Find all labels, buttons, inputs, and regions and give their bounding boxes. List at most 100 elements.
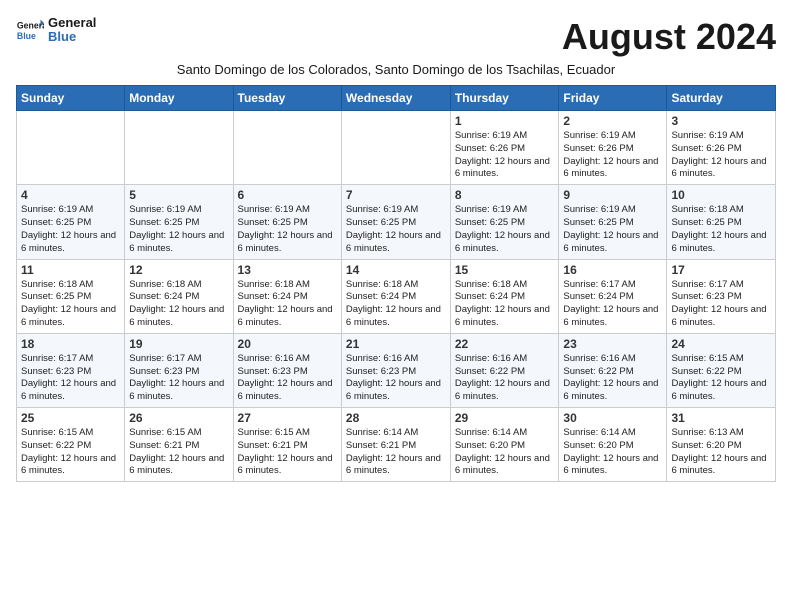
calendar-cell: 14 Sunrise: 6:18 AM Sunset: 6:24 PM Dayli… — [341, 259, 450, 333]
calendar-cell: 20 Sunrise: 6:16 AM Sunset: 6:23 PM Dayli… — [233, 333, 341, 407]
day-number: 20 — [238, 337, 337, 351]
day-info: Sunrise: 6:19 AM Sunset: 6:26 PM Dayligh… — [455, 130, 555, 181]
day-info: Sunrise: 6:14 AM Sunset: 6:20 PM Dayligh… — [455, 427, 555, 478]
calendar-cell: 2 Sunrise: 6:19 AM Sunset: 6:26 PM Daylig… — [559, 111, 667, 185]
column-header-sunday: Sunday — [17, 86, 125, 111]
day-info: Sunrise: 6:18 AM Sunset: 6:25 PM Dayligh… — [21, 279, 120, 330]
day-info: Sunrise: 6:17 AM Sunset: 6:24 PM Dayligh… — [563, 279, 662, 330]
day-number: 2 — [563, 114, 662, 128]
day-number: 12 — [129, 263, 228, 277]
day-number: 19 — [129, 337, 228, 351]
calendar-cell: 11 Sunrise: 6:18 AM Sunset: 6:25 PM Dayli… — [17, 259, 125, 333]
calendar-cell: 25 Sunrise: 6:15 AM Sunset: 6:22 PM Dayli… — [17, 408, 125, 482]
calendar-cell — [233, 111, 341, 185]
day-number: 9 — [563, 188, 662, 202]
day-number: 17 — [671, 263, 771, 277]
svg-text:General: General — [17, 21, 44, 31]
day-info: Sunrise: 6:14 AM Sunset: 6:21 PM Dayligh… — [346, 427, 446, 478]
day-number: 3 — [671, 114, 771, 128]
calendar-cell: 31Sunrise: 6:13 AM Sunset: 6:20 PM Dayli… — [667, 408, 776, 482]
page-header: General Blue General Blue August 2024 — [16, 16, 776, 58]
calendar-cell: 12 Sunrise: 6:18 AM Sunset: 6:24 PM Dayli… — [125, 259, 233, 333]
day-info: Sunrise: 6:19 AM Sunset: 6:25 PM Dayligh… — [21, 204, 120, 255]
calendar-cell: 27 Sunrise: 6:15 AM Sunset: 6:21 PM Dayli… — [233, 408, 341, 482]
day-info: Sunrise: 6:16 AM Sunset: 6:23 PM Dayligh… — [238, 353, 337, 404]
day-info: Sunrise: 6:16 AM Sunset: 6:22 PM Dayligh… — [455, 353, 555, 404]
day-number: 31 — [671, 411, 771, 425]
day-number: 27 — [238, 411, 337, 425]
calendar-cell: 22 Sunrise: 6:16 AM Sunset: 6:22 PM Dayli… — [450, 333, 559, 407]
day-number: 30 — [563, 411, 662, 425]
calendar-week-4: 18 Sunrise: 6:17 AM Sunset: 6:23 PM Dayli… — [17, 333, 776, 407]
day-info: Sunrise: 6:18 AM Sunset: 6:24 PM Dayligh… — [346, 279, 446, 330]
calendar-cell — [17, 111, 125, 185]
day-info: Sunrise: 6:18 AM Sunset: 6:25 PM Dayligh… — [671, 204, 771, 255]
calendar-cell: 4Sunrise: 6:19 AM Sunset: 6:25 PM Daylig… — [17, 185, 125, 259]
logo-icon: General Blue — [16, 16, 44, 44]
logo-blue: Blue — [48, 30, 96, 44]
day-info: Sunrise: 6:18 AM Sunset: 6:24 PM Dayligh… — [455, 279, 555, 330]
calendar-cell: 17Sunrise: 6:17 AM Sunset: 6:23 PM Dayli… — [667, 259, 776, 333]
calendar-cell — [125, 111, 233, 185]
logo: General Blue General Blue — [16, 16, 96, 45]
day-number: 23 — [563, 337, 662, 351]
day-number: 16 — [563, 263, 662, 277]
day-info: Sunrise: 6:19 AM Sunset: 6:26 PM Dayligh… — [563, 130, 662, 181]
day-info: Sunrise: 6:18 AM Sunset: 6:24 PM Dayligh… — [238, 279, 337, 330]
day-info: Sunrise: 6:15 AM Sunset: 6:22 PM Dayligh… — [671, 353, 771, 404]
day-info: Sunrise: 6:19 AM Sunset: 6:25 PM Dayligh… — [563, 204, 662, 255]
day-info: Sunrise: 6:19 AM Sunset: 6:25 PM Dayligh… — [346, 204, 446, 255]
calendar-cell: 3 Sunrise: 6:19 AM Sunset: 6:26 PM Daylig… — [667, 111, 776, 185]
day-number: 14 — [346, 263, 446, 277]
logo-general: General — [48, 16, 96, 30]
day-number: 22 — [455, 337, 555, 351]
column-header-thursday: Thursday — [450, 86, 559, 111]
day-info: Sunrise: 6:18 AM Sunset: 6:24 PM Dayligh… — [129, 279, 228, 330]
calendar-week-5: 25 Sunrise: 6:15 AM Sunset: 6:22 PM Dayli… — [17, 408, 776, 482]
calendar-cell: 29Sunrise: 6:14 AM Sunset: 6:20 PM Dayli… — [450, 408, 559, 482]
calendar-cell — [341, 111, 450, 185]
calendar-cell: 18 Sunrise: 6:17 AM Sunset: 6:23 PM Dayli… — [17, 333, 125, 407]
day-info: Sunrise: 6:16 AM Sunset: 6:23 PM Dayligh… — [346, 353, 446, 404]
calendar-cell: 28 Sunrise: 6:14 AM Sunset: 6:21 PM Dayli… — [341, 408, 450, 482]
day-info: Sunrise: 6:15 AM Sunset: 6:22 PM Dayligh… — [21, 427, 120, 478]
day-number: 28 — [346, 411, 446, 425]
day-number: 6 — [238, 188, 337, 202]
day-info: Sunrise: 6:14 AM Sunset: 6:20 PM Dayligh… — [563, 427, 662, 478]
day-info: Sunrise: 6:15 AM Sunset: 6:21 PM Dayligh… — [129, 427, 228, 478]
calendar-cell: 16 Sunrise: 6:17 AM Sunset: 6:24 PM Dayli… — [559, 259, 667, 333]
calendar-subtitle: Santo Domingo de los Colorados, Santo Do… — [16, 62, 776, 77]
column-header-wednesday: Wednesday — [341, 86, 450, 111]
calendar-cell: 26 Sunrise: 6:15 AM Sunset: 6:21 PM Dayli… — [125, 408, 233, 482]
day-number: 8 — [455, 188, 555, 202]
day-number: 13 — [238, 263, 337, 277]
calendar-cell: 23Sunrise: 6:16 AM Sunset: 6:22 PM Dayli… — [559, 333, 667, 407]
column-header-monday: Monday — [125, 86, 233, 111]
calendar-cell: 30 Sunrise: 6:14 AM Sunset: 6:20 PM Dayli… — [559, 408, 667, 482]
day-info: Sunrise: 6:17 AM Sunset: 6:23 PM Dayligh… — [21, 353, 120, 404]
calendar-cell: 9 Sunrise: 6:19 AM Sunset: 6:25 PM Daylig… — [559, 185, 667, 259]
day-info: Sunrise: 6:17 AM Sunset: 6:23 PM Dayligh… — [129, 353, 228, 404]
day-number: 18 — [21, 337, 120, 351]
calendar-week-1: 1Sunrise: 6:19 AM Sunset: 6:26 PM Daylig… — [17, 111, 776, 185]
day-number: 15 — [455, 263, 555, 277]
calendar-cell: 13 Sunrise: 6:18 AM Sunset: 6:24 PM Dayli… — [233, 259, 341, 333]
day-number: 10 — [671, 188, 771, 202]
svg-text:Blue: Blue — [17, 31, 36, 41]
day-number: 24 — [671, 337, 771, 351]
calendar-cell: 21 Sunrise: 6:16 AM Sunset: 6:23 PM Dayli… — [341, 333, 450, 407]
calendar-cell: 10 Sunrise: 6:18 AM Sunset: 6:25 PM Dayli… — [667, 185, 776, 259]
day-info: Sunrise: 6:15 AM Sunset: 6:21 PM Dayligh… — [238, 427, 337, 478]
day-number: 25 — [21, 411, 120, 425]
calendar-cell: 5Sunrise: 6:19 AM Sunset: 6:25 PM Daylig… — [125, 185, 233, 259]
calendar-cell: 15 Sunrise: 6:18 AM Sunset: 6:24 PM Dayli… — [450, 259, 559, 333]
calendar-table: SundayMondayTuesdayWednesdayThursdayFrid… — [16, 85, 776, 482]
calendar-header-row: SundayMondayTuesdayWednesdayThursdayFrid… — [17, 86, 776, 111]
day-info: Sunrise: 6:19 AM Sunset: 6:26 PM Dayligh… — [671, 130, 771, 181]
day-info: Sunrise: 6:19 AM Sunset: 6:25 PM Dayligh… — [129, 204, 228, 255]
day-number: 26 — [129, 411, 228, 425]
calendar-cell: 8Sunrise: 6:19 AM Sunset: 6:25 PM Daylig… — [450, 185, 559, 259]
day-number: 21 — [346, 337, 446, 351]
day-number: 11 — [21, 263, 120, 277]
day-number: 7 — [346, 188, 446, 202]
